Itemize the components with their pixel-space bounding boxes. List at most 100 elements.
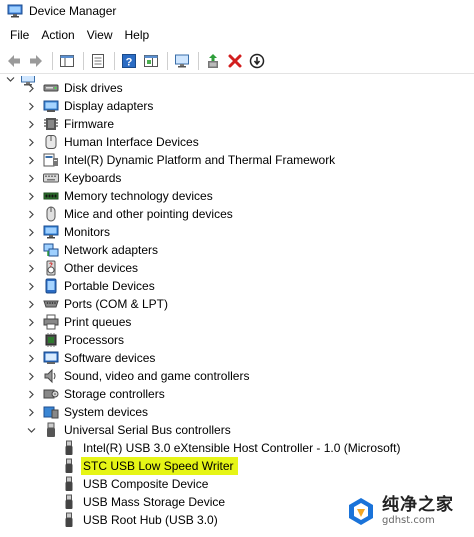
- tree-category-label: Ports (COM & LPT): [64, 297, 169, 311]
- expander-chevron-right-icon[interactable]: [26, 79, 36, 97]
- properties-button[interactable]: [88, 51, 108, 71]
- monitor-icon: [43, 225, 59, 239]
- expander-chevron-right-icon[interactable]: [26, 259, 36, 277]
- hid-icon-wrapper: [43, 134, 59, 150]
- expander-chevron-right-icon[interactable]: [26, 385, 36, 403]
- tree-device-label: USB Mass Storage Device: [83, 495, 226, 509]
- action-pane-button[interactable]: [141, 51, 161, 71]
- tree-category[interactable]: Portable Devices: [0, 277, 474, 295]
- tree-category[interactable]: Display adapters: [0, 97, 474, 115]
- disable-device-icon: [249, 53, 265, 68]
- tree-category[interactable]: Memory technology devices: [0, 187, 474, 205]
- expander-chevron-right-icon[interactable]: [26, 367, 36, 385]
- tree-category[interactable]: Processors: [0, 331, 474, 349]
- tree-device-selected[interactable]: STC USB Low Speed Writer: [0, 457, 474, 475]
- tree-category-label: Network adapters: [64, 243, 159, 257]
- disk-drive-icon: [43, 84, 59, 92]
- intel-dptf-icon: [43, 153, 58, 167]
- expander-chevron-right-icon[interactable]: [26, 403, 36, 421]
- tree-category[interactable]: Network adapters: [0, 241, 474, 259]
- software-device-icon-wrapper: [43, 350, 59, 366]
- uninstall-device-button[interactable]: [225, 51, 245, 71]
- update-driver-button[interactable]: [203, 51, 223, 71]
- tree-category-label: Universal Serial Bus controllers: [64, 423, 231, 437]
- expander-chevron-right-icon[interactable]: [26, 97, 36, 115]
- show-hide-console-tree-icon: [60, 54, 74, 67]
- expander-chevron-right-icon[interactable]: [26, 241, 36, 259]
- expander-chevron-right-icon[interactable]: [26, 205, 36, 223]
- storage-controller-icon: [43, 389, 59, 399]
- tree-category[interactable]: Monitors: [0, 223, 474, 241]
- forward-button[interactable]: [26, 51, 46, 71]
- other-devices-icon: ?: [46, 260, 56, 276]
- menu-bar: File Action View Help: [0, 25, 155, 45]
- menu-file[interactable]: File: [0, 25, 35, 45]
- expander-chevron-right-icon[interactable]: [26, 295, 36, 313]
- tree-category[interactable]: Universal Serial Bus controllers: [0, 421, 474, 439]
- processor-icon-wrapper: [43, 332, 59, 348]
- tree-category[interactable]: System devices: [0, 403, 474, 421]
- speaker-icon: [44, 368, 56, 384]
- scan-hardware-button[interactable]: [172, 51, 192, 71]
- printer-icon-wrapper: [43, 314, 59, 330]
- tree-device-label: USB Composite Device: [83, 477, 209, 491]
- tree-device[interactable]: Intel(R) USB 3.0 eXtensible Host Control…: [0, 439, 474, 457]
- svg-text:?: ?: [126, 56, 133, 68]
- window-title: Device Manager: [29, 4, 117, 18]
- expander-chevron-right-icon[interactable]: [26, 277, 36, 295]
- back-button[interactable]: [4, 51, 24, 71]
- tree-category[interactable]: Firmware: [0, 115, 474, 133]
- expander-chevron-down-icon[interactable]: [26, 421, 36, 439]
- watermark-logo-icon: [349, 498, 373, 525]
- memory-icon-wrapper: [43, 188, 59, 204]
- expander-chevron-right-icon[interactable]: [26, 349, 36, 367]
- processor-icon: [45, 333, 57, 347]
- mouse-icon: [46, 206, 56, 222]
- tree-category[interactable]: Print queues: [0, 313, 474, 331]
- menu-action[interactable]: Action: [35, 25, 80, 45]
- expander-chevron-right-icon[interactable]: [26, 169, 36, 187]
- port-icon: [43, 300, 59, 308]
- keyboard-icon: [43, 173, 59, 183]
- menu-view[interactable]: View: [81, 25, 119, 45]
- disable-device-button[interactable]: [247, 51, 267, 71]
- expander-chevron-right-icon[interactable]: [26, 133, 36, 151]
- tree-category-label: Human Interface Devices: [64, 135, 199, 149]
- back-icon: [8, 54, 20, 67]
- portable-device-icon-wrapper: [43, 278, 59, 294]
- usb-icon: [47, 422, 55, 437]
- tree-category[interactable]: Intel(R) Dynamic Platform and Thermal Fr…: [0, 151, 474, 169]
- display-adapter-icon: [43, 100, 59, 112]
- expander-chevron-right-icon[interactable]: [26, 331, 36, 349]
- system-device-icon-wrapper: [43, 404, 59, 420]
- intel-dptf-icon-wrapper: [43, 152, 59, 168]
- disk-drive-icon-wrapper: [43, 80, 59, 96]
- tree-category[interactable]: Sound, video and game controllers: [0, 367, 474, 385]
- expander-chevron-right-icon[interactable]: [26, 115, 36, 133]
- tree-category[interactable]: Mice and other pointing devices: [0, 205, 474, 223]
- tree-category[interactable]: Keyboards: [0, 169, 474, 187]
- tree-category[interactable]: Software devices: [0, 349, 474, 367]
- tree-category[interactable]: Human Interface Devices: [0, 133, 474, 151]
- tree-category-label: Keyboards: [64, 171, 122, 185]
- tree-category-label: Disk drives: [64, 81, 123, 95]
- help-button[interactable]: ?: [119, 51, 139, 71]
- tree-category[interactable]: ? Other devices: [0, 259, 474, 277]
- svg-text:?: ?: [49, 263, 53, 269]
- mouse-icon-wrapper: [43, 206, 59, 222]
- help-icon: ?: [122, 53, 136, 68]
- properties-icon: [92, 53, 104, 68]
- usb-device-icon-wrapper: [61, 512, 77, 528]
- tree-category[interactable]: Storage controllers: [0, 385, 474, 403]
- expander-chevron-right-icon[interactable]: [26, 187, 36, 205]
- tree-category[interactable]: Ports (COM & LPT): [0, 295, 474, 313]
- expander-chevron-right-icon[interactable]: [26, 223, 36, 241]
- console-tree-button[interactable]: [57, 51, 77, 71]
- tree-category[interactable]: Disk drives: [0, 79, 474, 97]
- menu-help[interactable]: Help: [119, 25, 156, 45]
- monitor-icon-wrapper: [43, 224, 59, 240]
- expander-chevron-right-icon[interactable]: [26, 151, 36, 169]
- toolbar-separator: [167, 51, 168, 70]
- toolbar-separator: [83, 51, 84, 70]
- expander-chevron-right-icon[interactable]: [26, 313, 36, 331]
